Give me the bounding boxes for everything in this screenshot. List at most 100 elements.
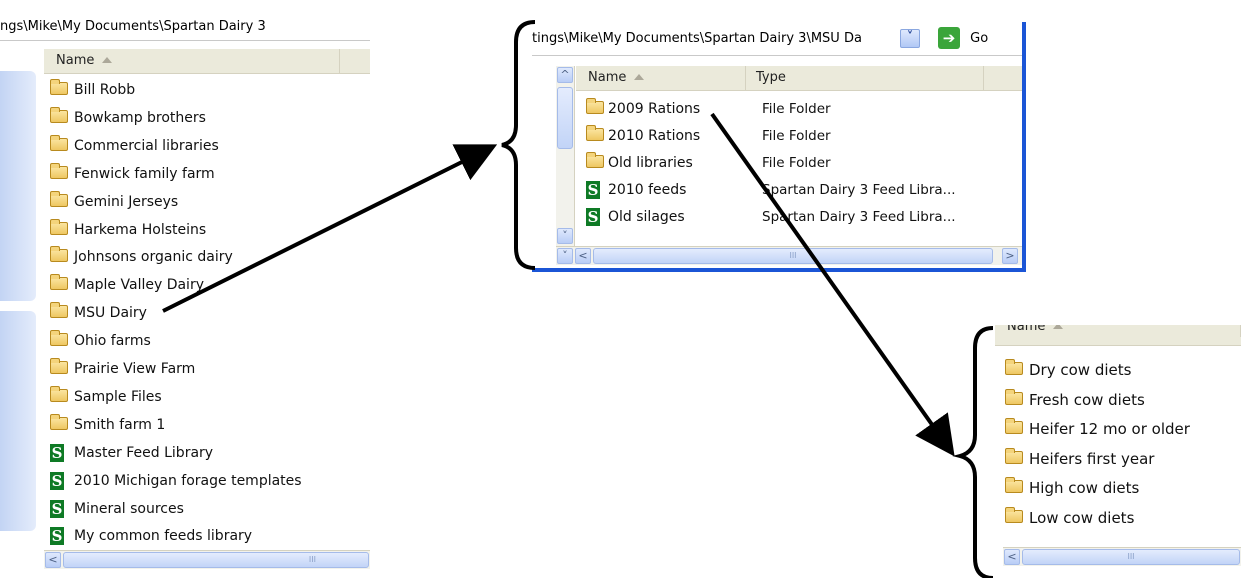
list-item-label: Ohio farms bbox=[74, 333, 151, 350]
list-item-label: Bowkamp brothers bbox=[74, 109, 206, 126]
list-item-label: My common feeds library bbox=[74, 528, 253, 545]
list-item[interactable]: Heifers first year bbox=[1003, 446, 1241, 472]
scroll-thumb-grip: III bbox=[1127, 552, 1135, 561]
middle-address-text: tings\Mike\My Documents\Spartan Dairy 3\… bbox=[532, 31, 862, 46]
list-item[interactable]: Ohio farms bbox=[48, 328, 366, 354]
list-item[interactable]: Heifer 12 mo or older bbox=[1003, 416, 1241, 442]
list-item[interactable]: Fresh cow diets bbox=[1003, 387, 1241, 413]
middle-type-column-header[interactable]: Type bbox=[746, 66, 984, 90]
middle-address-bar[interactable]: tings\Mike\My Documents\Spartan Dairy 3\… bbox=[532, 22, 1022, 56]
spartan-icon: S bbox=[50, 471, 64, 490]
address-dropdown-button[interactable]: ˅ bbox=[900, 29, 920, 48]
scroll-right-glyph: > bbox=[1005, 249, 1015, 262]
list-item[interactable]: Dry cow diets bbox=[1003, 357, 1241, 383]
type-header-label: Type bbox=[756, 70, 786, 85]
scroll-thumb[interactable]: III bbox=[1022, 549, 1240, 565]
sort-ascending-icon bbox=[1053, 325, 1064, 329]
table-row[interactable]: Old librariesFile Folder4/ bbox=[584, 150, 1020, 176]
scroll-left-button[interactable]: < bbox=[1004, 549, 1020, 565]
name-header-label: Name bbox=[588, 70, 627, 85]
list-item[interactable]: Bill Robb bbox=[48, 77, 366, 103]
scroll-down-button[interactable]: ˅ bbox=[557, 228, 573, 244]
list-item-label: 2010 Michigan forage templates bbox=[74, 472, 302, 489]
list-item[interactable]: Johnsons organic dairy bbox=[48, 244, 366, 270]
go-button[interactable]: ➔ Go bbox=[938, 27, 988, 50]
list-item[interactable]: S 2010 Michigan forage templates bbox=[48, 468, 366, 494]
left-column-header: Name bbox=[44, 49, 370, 74]
list-item-label: Bill Robb bbox=[74, 82, 136, 98]
name-header-label: Name bbox=[56, 53, 95, 68]
spartan-icon: S bbox=[50, 499, 64, 518]
scroll-down-corner-button[interactable]: ˅ bbox=[557, 248, 573, 264]
name-header-label: Name bbox=[1007, 325, 1046, 334]
scroll-left-button[interactable]: < bbox=[575, 248, 591, 264]
folder-icon bbox=[1005, 418, 1023, 434]
scroll-thumb[interactable]: III bbox=[63, 552, 369, 568]
list-item[interactable]: Smith farm 1 bbox=[48, 412, 366, 438]
middle-horizontal-scrollbar[interactable]: ˅ < III > bbox=[556, 246, 1022, 265]
folder-icon bbox=[1005, 447, 1023, 464]
list-item[interactable]: S Mineral sources bbox=[48, 496, 366, 522]
cell-name: Old libraries bbox=[608, 155, 693, 171]
list-item-label: Fresh cow diets bbox=[1029, 390, 1145, 409]
right-horizontal-scrollbar[interactable]: < III bbox=[1003, 547, 1241, 566]
table-row[interactable]: 2009 RationsFile Folder4/ bbox=[584, 96, 1020, 122]
table-row[interactable]: S Old silages Spartan Dairy 3 Feed Libra..… bbox=[584, 204, 1020, 230]
right-name-column-header[interactable]: Name bbox=[995, 325, 1241, 337]
right-panel-left-brace bbox=[952, 326, 994, 578]
middle-date-column-header[interactable]: Da bbox=[984, 66, 1022, 90]
list-item[interactable]: Harkema Holsteins bbox=[48, 217, 366, 243]
list-item-label: Harkema Holsteins bbox=[74, 221, 207, 238]
cell-name: 2009 Rations bbox=[608, 101, 701, 117]
list-item[interactable]: Sample Files bbox=[48, 384, 366, 410]
middle-name-column-header[interactable]: Name bbox=[576, 66, 746, 90]
list-item[interactable]: Commercial libraries bbox=[48, 133, 366, 159]
folder-icon bbox=[50, 385, 68, 402]
folder-icon bbox=[50, 274, 68, 291]
right-explorer-panel: Name Dry cow diets Fresh cow diets Heifer … bbox=[995, 325, 1241, 578]
left-address-bar[interactable]: ngs\Mike\My Documents\Spartan Dairy 3 bbox=[0, 14, 370, 41]
list-item-label: Commercial libraries bbox=[74, 137, 219, 154]
list-item-label: Gemini Jerseys bbox=[74, 193, 179, 210]
table-row[interactable]: 2010 RationsFile Folder4/ bbox=[584, 123, 1020, 149]
folder-icon bbox=[50, 134, 68, 151]
list-item-label: Mineral sources bbox=[74, 500, 184, 517]
list-item[interactable]: Prairie View Farm bbox=[48, 356, 366, 382]
spartan-icon: S bbox=[586, 208, 600, 226]
cell-name: 2010 feeds bbox=[608, 182, 687, 198]
list-item[interactable]: High cow diets bbox=[1003, 475, 1241, 501]
list-item[interactable]: Low cow diets bbox=[1003, 505, 1241, 531]
scroll-thumb-grip: III bbox=[308, 555, 316, 564]
cell-type: File Folder bbox=[762, 101, 831, 117]
cell-name: 2010 Rations bbox=[608, 128, 701, 144]
scroll-thumb[interactable]: III bbox=[593, 248, 993, 264]
left-address-text: ngs\Mike\My Documents\Spartan Dairy 3 bbox=[0, 19, 266, 34]
list-item[interactable]: S My common feeds library bbox=[48, 523, 366, 549]
folder-icon bbox=[586, 98, 604, 114]
scroll-up-button[interactable]: ^ bbox=[557, 67, 573, 83]
folder-icon bbox=[1005, 506, 1023, 523]
folder-icon bbox=[50, 358, 68, 374]
list-item[interactable]: Fenwick family farm bbox=[48, 161, 366, 187]
folder-icon bbox=[50, 162, 68, 179]
list-item[interactable]: Bowkamp brothers bbox=[48, 105, 366, 131]
folder-icon bbox=[50, 302, 68, 319]
list-item-label: Prairie View Farm bbox=[74, 361, 196, 377]
vertical-scroll-thumb[interactable] bbox=[557, 87, 573, 149]
folder-icon bbox=[50, 413, 68, 430]
left-name-column-header[interactable]: Name bbox=[44, 49, 340, 73]
scroll-left-glyph: < bbox=[578, 249, 588, 262]
middle-vertical-scrollbar[interactable]: ^ ˅ bbox=[556, 66, 575, 246]
cell-type: File Folder bbox=[762, 128, 831, 144]
list-item[interactable]: Gemini Jerseys bbox=[48, 189, 366, 215]
table-row[interactable]: S 2010 feeds Spartan Dairy 3 Feed Libra...… bbox=[584, 177, 1020, 203]
list-item[interactable]: MSU Dairy bbox=[48, 300, 366, 326]
list-item[interactable]: Maple Valley Dairy bbox=[48, 272, 366, 298]
spartan-icon: S bbox=[586, 181, 600, 199]
scroll-left-button[interactable]: < bbox=[45, 552, 61, 568]
scroll-right-button[interactable]: > bbox=[1002, 248, 1018, 264]
left-horizontal-scrollbar[interactable]: < III bbox=[44, 550, 370, 569]
right-column-header: Name bbox=[995, 325, 1241, 346]
folder-icon bbox=[50, 218, 68, 235]
list-item[interactable]: S Master Feed Library bbox=[48, 440, 366, 466]
